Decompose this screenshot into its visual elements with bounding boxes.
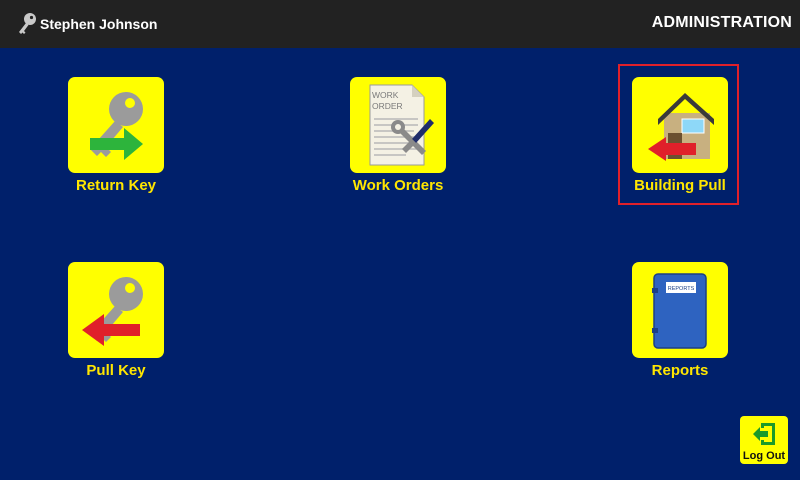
section-title: ADMINISTRATION — [651, 14, 792, 31]
work-order-icon-text-2: ORDER — [372, 101, 403, 111]
building-pull-tile[interactable] — [632, 77, 728, 173]
reports-tile[interactable]: REPORTS — [632, 262, 728, 358]
reports-button[interactable]: REPORTS Reports — [615, 262, 745, 379]
logout-button[interactable]: Log Out — [740, 416, 788, 464]
building-pull-button[interactable]: Building Pull — [615, 77, 745, 194]
logout-icon — [753, 423, 775, 445]
key-icon — [19, 13, 36, 34]
reports-icon: REPORTS — [652, 273, 707, 349]
logout-label: Log Out — [742, 450, 786, 462]
reports-icon-text: REPORTS — [668, 286, 695, 292]
return-key-label: Return Key — [75, 177, 157, 194]
work-orders-icon: WORK ORDER — [369, 84, 434, 166]
return-key-icon — [90, 92, 143, 160]
building-pull-icon — [648, 93, 714, 161]
reports-label: Reports — [651, 362, 709, 379]
user-name: Stephen Johnson — [40, 16, 158, 32]
pull-key-icon — [82, 277, 143, 346]
pull-key-label: Pull Key — [86, 362, 146, 379]
work-orders-button[interactable]: WORK ORDER Work Orders — [333, 77, 463, 194]
user-info: Stephen Johnson — [16, 12, 157, 36]
return-key-tile[interactable] — [68, 77, 164, 173]
pull-key-tile[interactable] — [68, 262, 164, 358]
pull-key-button[interactable]: Pull Key — [51, 262, 181, 379]
top-bar: Stephen Johnson ADMINISTRATION — [0, 0, 800, 48]
work-orders-tile[interactable]: WORK ORDER — [350, 77, 446, 173]
building-pull-label: Building Pull — [634, 177, 726, 194]
return-key-button[interactable]: Return Key — [51, 77, 181, 194]
work-orders-label: Work Orders — [352, 177, 444, 194]
work-order-icon-text-1: WORK — [372, 90, 399, 100]
